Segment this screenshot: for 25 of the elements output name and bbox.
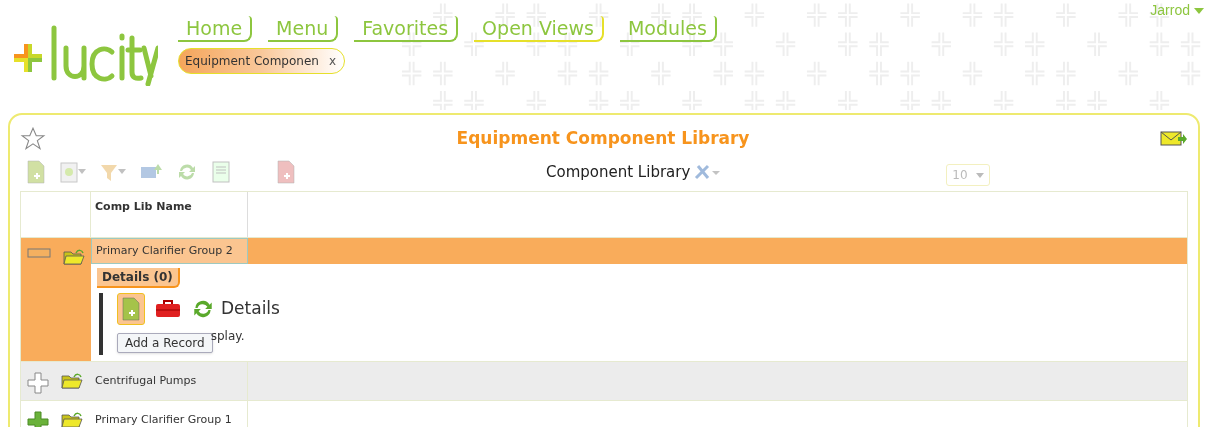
- mail-forward-icon[interactable]: [1160, 130, 1188, 148]
- open-view-label: Equipment Componen: [185, 53, 319, 70]
- table-row[interactable]: Primary Clarifier Group 2 Details (0) Details Add a Record splay.: [21, 238, 1187, 362]
- collapse-icon[interactable]: [27, 248, 51, 258]
- column-header[interactable]: Comp Lib Name: [91, 192, 248, 237]
- caret-icon: [975, 172, 984, 178]
- empty-message: splay.: [210, 328, 245, 345]
- detail-tab[interactable]: Details (0): [97, 268, 180, 288]
- open-view-tab[interactable]: Equipment Componen x: [178, 48, 346, 74]
- close-button[interactable]: x: [328, 52, 337, 70]
- table-cell: Primary Clarifier Group 2: [91, 238, 248, 264]
- expand-icon[interactable]: [27, 372, 49, 394]
- view-name: Component Library: [546, 161, 691, 183]
- folder-icon[interactable]: [61, 411, 83, 427]
- folder-icon[interactable]: [61, 372, 83, 390]
- panel-title: Equipment Component Library: [455, 127, 751, 151]
- expand-icon[interactable]: [27, 411, 49, 427]
- caret-icon: [1194, 7, 1204, 14]
- folder-icon[interactable]: [63, 248, 85, 266]
- detail-heading: Details: [221, 297, 280, 321]
- table-row[interactable]: Centrifugal Pumps: [21, 362, 1187, 401]
- toolbox-icon[interactable]: [155, 300, 181, 318]
- star-icon[interactable]: [20, 126, 46, 152]
- table-cell: Primary Clarifier Group 1: [91, 401, 248, 427]
- table-cell: Centrifugal Pumps: [91, 362, 248, 400]
